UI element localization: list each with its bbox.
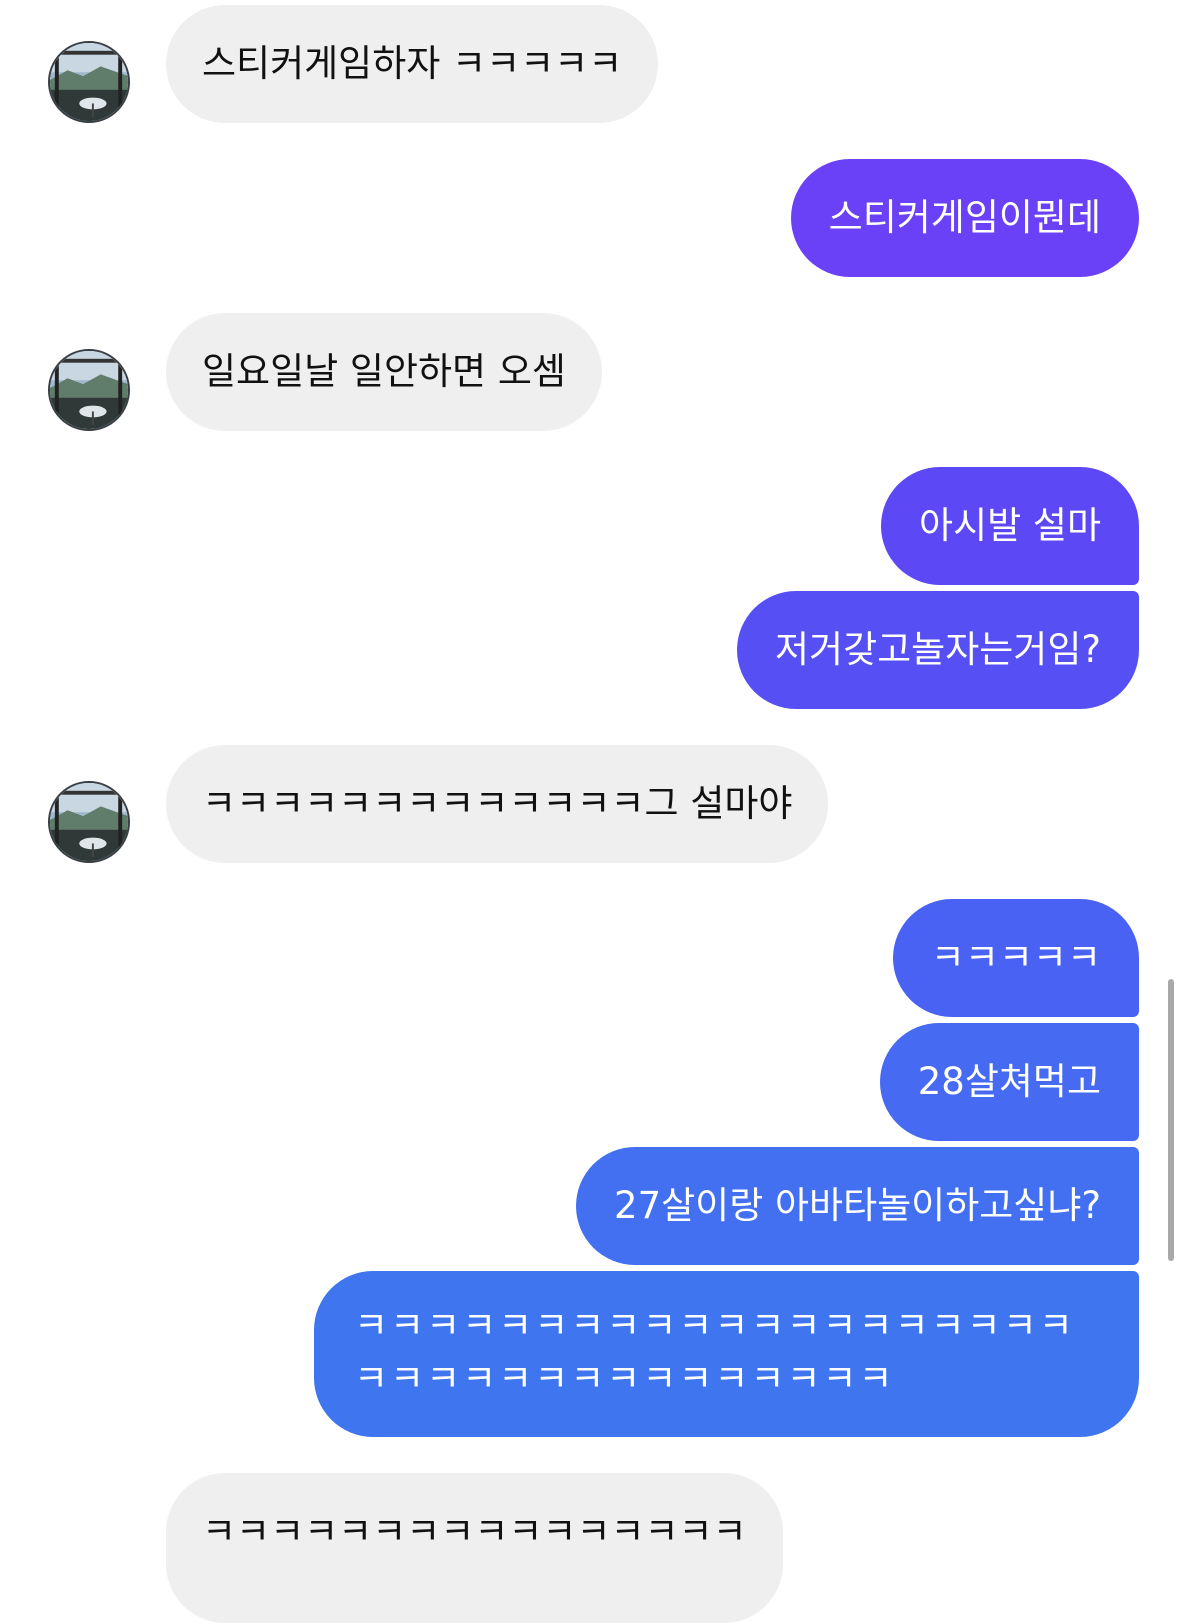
outgoing-message[interactable]: 아시발 설마 xyxy=(881,467,1139,585)
sender-avatar[interactable] xyxy=(48,349,130,431)
outgoing-message[interactable]: ㅋㅋㅋㅋㅋㅋㅋㅋㅋㅋㅋㅋㅋㅋㅋㅋㅋㅋㅋㅋㅋㅋㅋㅋㅋㅋㅋㅋㅋㅋㅋㅋㅋㅋㅋ xyxy=(314,1271,1139,1437)
incoming-message[interactable]: ㅋㅋㅋㅋㅋㅋㅋㅋㅋㅋㅋㅋㅋㅋㅋㅋ xyxy=(166,1473,783,1623)
profile-photo-avatar-icon xyxy=(50,783,128,861)
scrollbar[interactable] xyxy=(1168,979,1174,1261)
outgoing-message[interactable]: 스티커게임이뭔데 xyxy=(790,159,1139,277)
outgoing-message[interactable]: ㅋㅋㅋㅋㅋ xyxy=(892,899,1139,1017)
sender-avatar[interactable] xyxy=(48,41,130,123)
incoming-message[interactable]: 스티커게임하자 ㅋㅋㅋㅋㅋ xyxy=(166,5,659,123)
outgoing-message[interactable]: 저거갖고놀자는거임? xyxy=(737,591,1139,709)
outgoing-message[interactable]: 28살쳐먹고 xyxy=(879,1023,1139,1141)
outgoing-message[interactable]: 27살이랑 아바타놀이하고싶냐? xyxy=(576,1147,1139,1265)
sender-avatar[interactable] xyxy=(48,781,130,863)
profile-photo-avatar-icon xyxy=(50,351,128,429)
incoming-message[interactable]: 일요일날 일안하면 오셈 xyxy=(166,313,602,431)
profile-photo-avatar-icon xyxy=(50,43,128,121)
incoming-message[interactable]: ㅋㅋㅋㅋㅋㅋㅋㅋㅋㅋㅋㅋㅋ그 설마야 xyxy=(166,745,829,863)
